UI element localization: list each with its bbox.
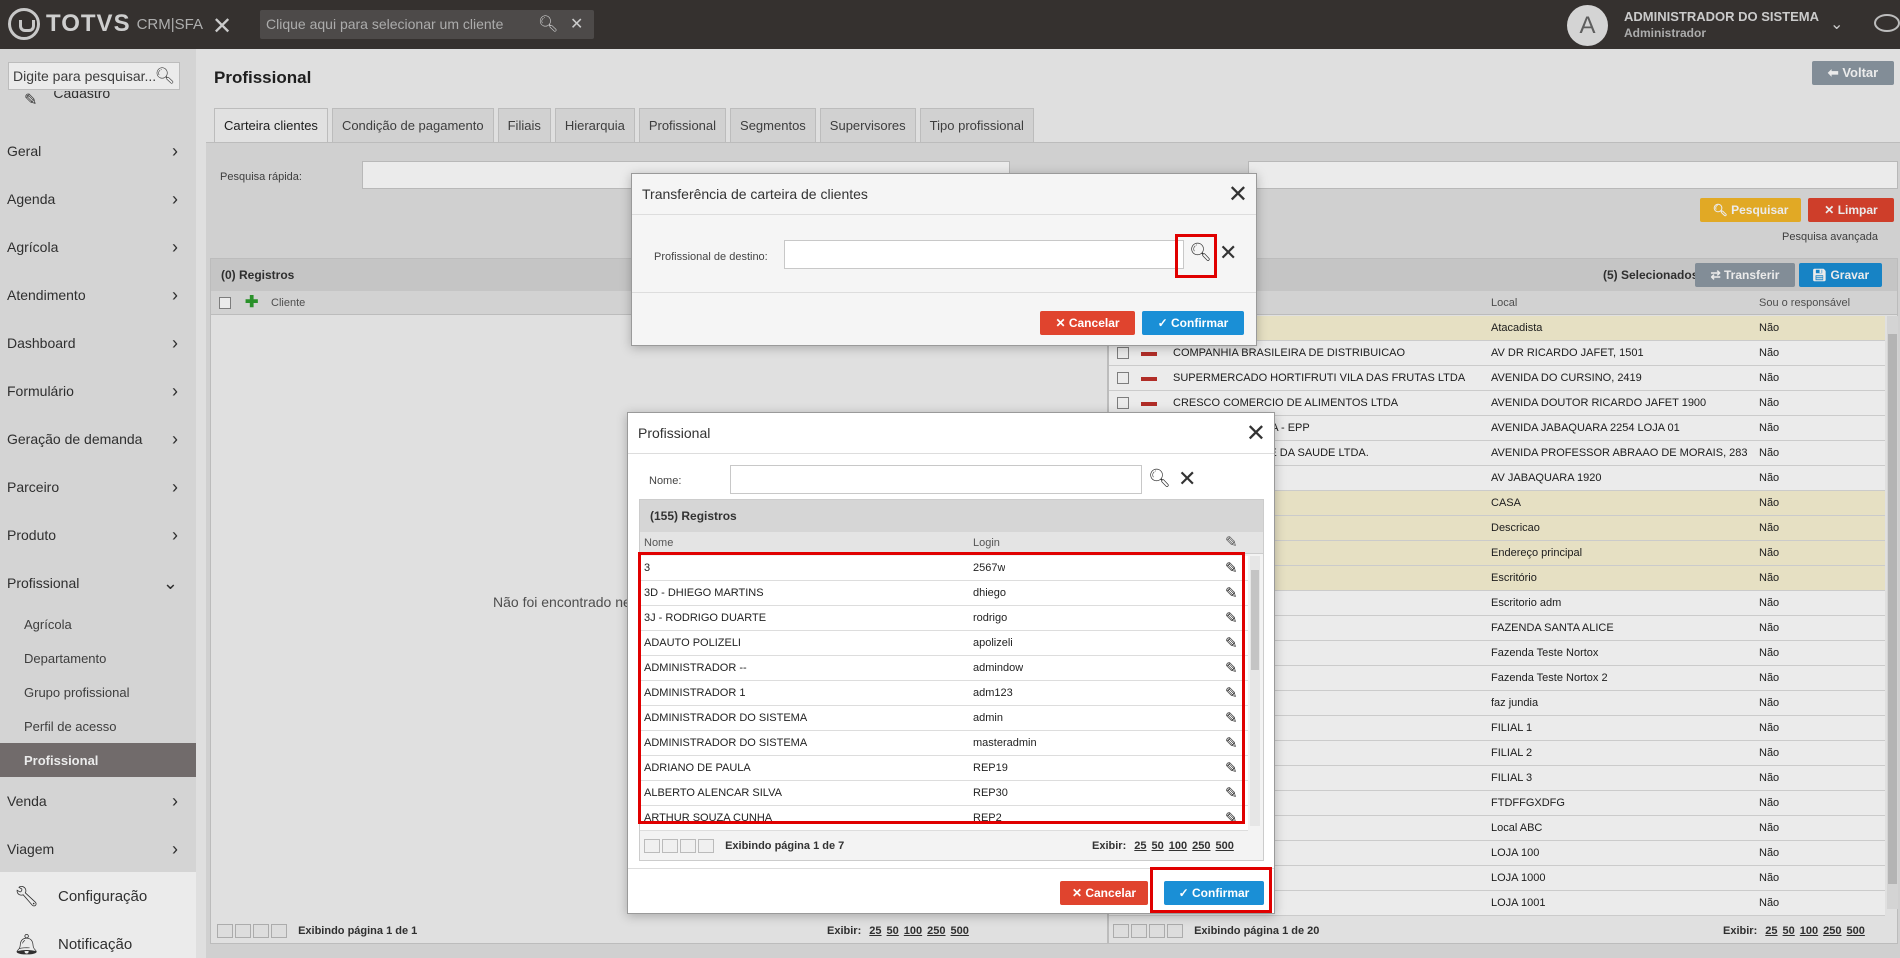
highlight-box	[638, 552, 1245, 824]
transfer-modal: Transferência de carteira de clientes ✕ …	[631, 173, 1257, 346]
edit-columns-icon[interactable]: ✎	[1225, 532, 1238, 554]
page-size-250[interactable]: 250	[1192, 840, 1210, 852]
page-size-25[interactable]: 25	[1134, 840, 1146, 852]
highlight-box	[1150, 867, 1272, 913]
highlight-box	[1175, 234, 1217, 278]
cancel-label: Cancelar	[1068, 316, 1120, 330]
close-icon[interactable]: ✕	[1228, 180, 1248, 209]
scrollbar-thumb[interactable]	[1251, 570, 1259, 670]
column-nome[interactable]: Nome	[644, 532, 673, 554]
page-size-label: Exibir:	[1092, 840, 1127, 852]
confirm-label: Confirmar	[1171, 316, 1229, 330]
transfer-cancel-button[interactable]: ✕ Cancelar	[1040, 311, 1135, 335]
first-page-button[interactable]	[644, 839, 660, 854]
transfer-confirm-button[interactable]: ✓ Confirmar	[1142, 311, 1244, 335]
close-icon: ✕	[1071, 886, 1086, 900]
professional-pager: Exibindo página 1 de 7 Exibir: 25 50 100 25…	[644, 834, 1260, 858]
professional-modal: Profissional ✕ Nome: 🔍︎ ✕ (155) Registro…	[627, 412, 1275, 914]
check-icon: ✓	[1157, 316, 1172, 330]
professional-cancel-button[interactable]: ✕ Cancelar	[1060, 881, 1148, 905]
records-count: (155) Registros	[640, 500, 1263, 532]
transfer-modal-title: Transferência de carteira de clientes	[642, 186, 868, 202]
professional-modal-title: Profissional	[638, 425, 711, 441]
clear-icon[interactable]: ✕	[1178, 466, 1196, 492]
cancel-label: Cancelar	[1085, 886, 1137, 900]
close-icon[interactable]: ✕	[1246, 419, 1266, 448]
search-icon[interactable]: 🔍︎	[1148, 468, 1171, 489]
name-label: Nome:	[649, 475, 682, 487]
column-login[interactable]: Login	[973, 532, 1000, 554]
last-page-button[interactable]	[698, 839, 714, 854]
next-page-button[interactable]	[680, 839, 696, 854]
name-search-input[interactable]	[730, 465, 1142, 494]
prev-page-button[interactable]	[662, 839, 678, 854]
professional-scrollbar[interactable]	[1250, 556, 1260, 826]
professional-grid-header: Nome Login ✎	[640, 532, 1263, 554]
close-icon: ✕	[1055, 316, 1069, 330]
dest-professional-input[interactable]	[784, 240, 1184, 269]
page-size-100[interactable]: 100	[1169, 840, 1187, 852]
pager-text: Exibindo página 1 de 7	[725, 840, 845, 852]
dest-label: Profissional de destino:	[654, 251, 768, 263]
page-size-50[interactable]: 50	[1152, 840, 1164, 852]
page-size-500[interactable]: 500	[1216, 840, 1234, 852]
clear-icon[interactable]: ✕	[1219, 240, 1237, 266]
